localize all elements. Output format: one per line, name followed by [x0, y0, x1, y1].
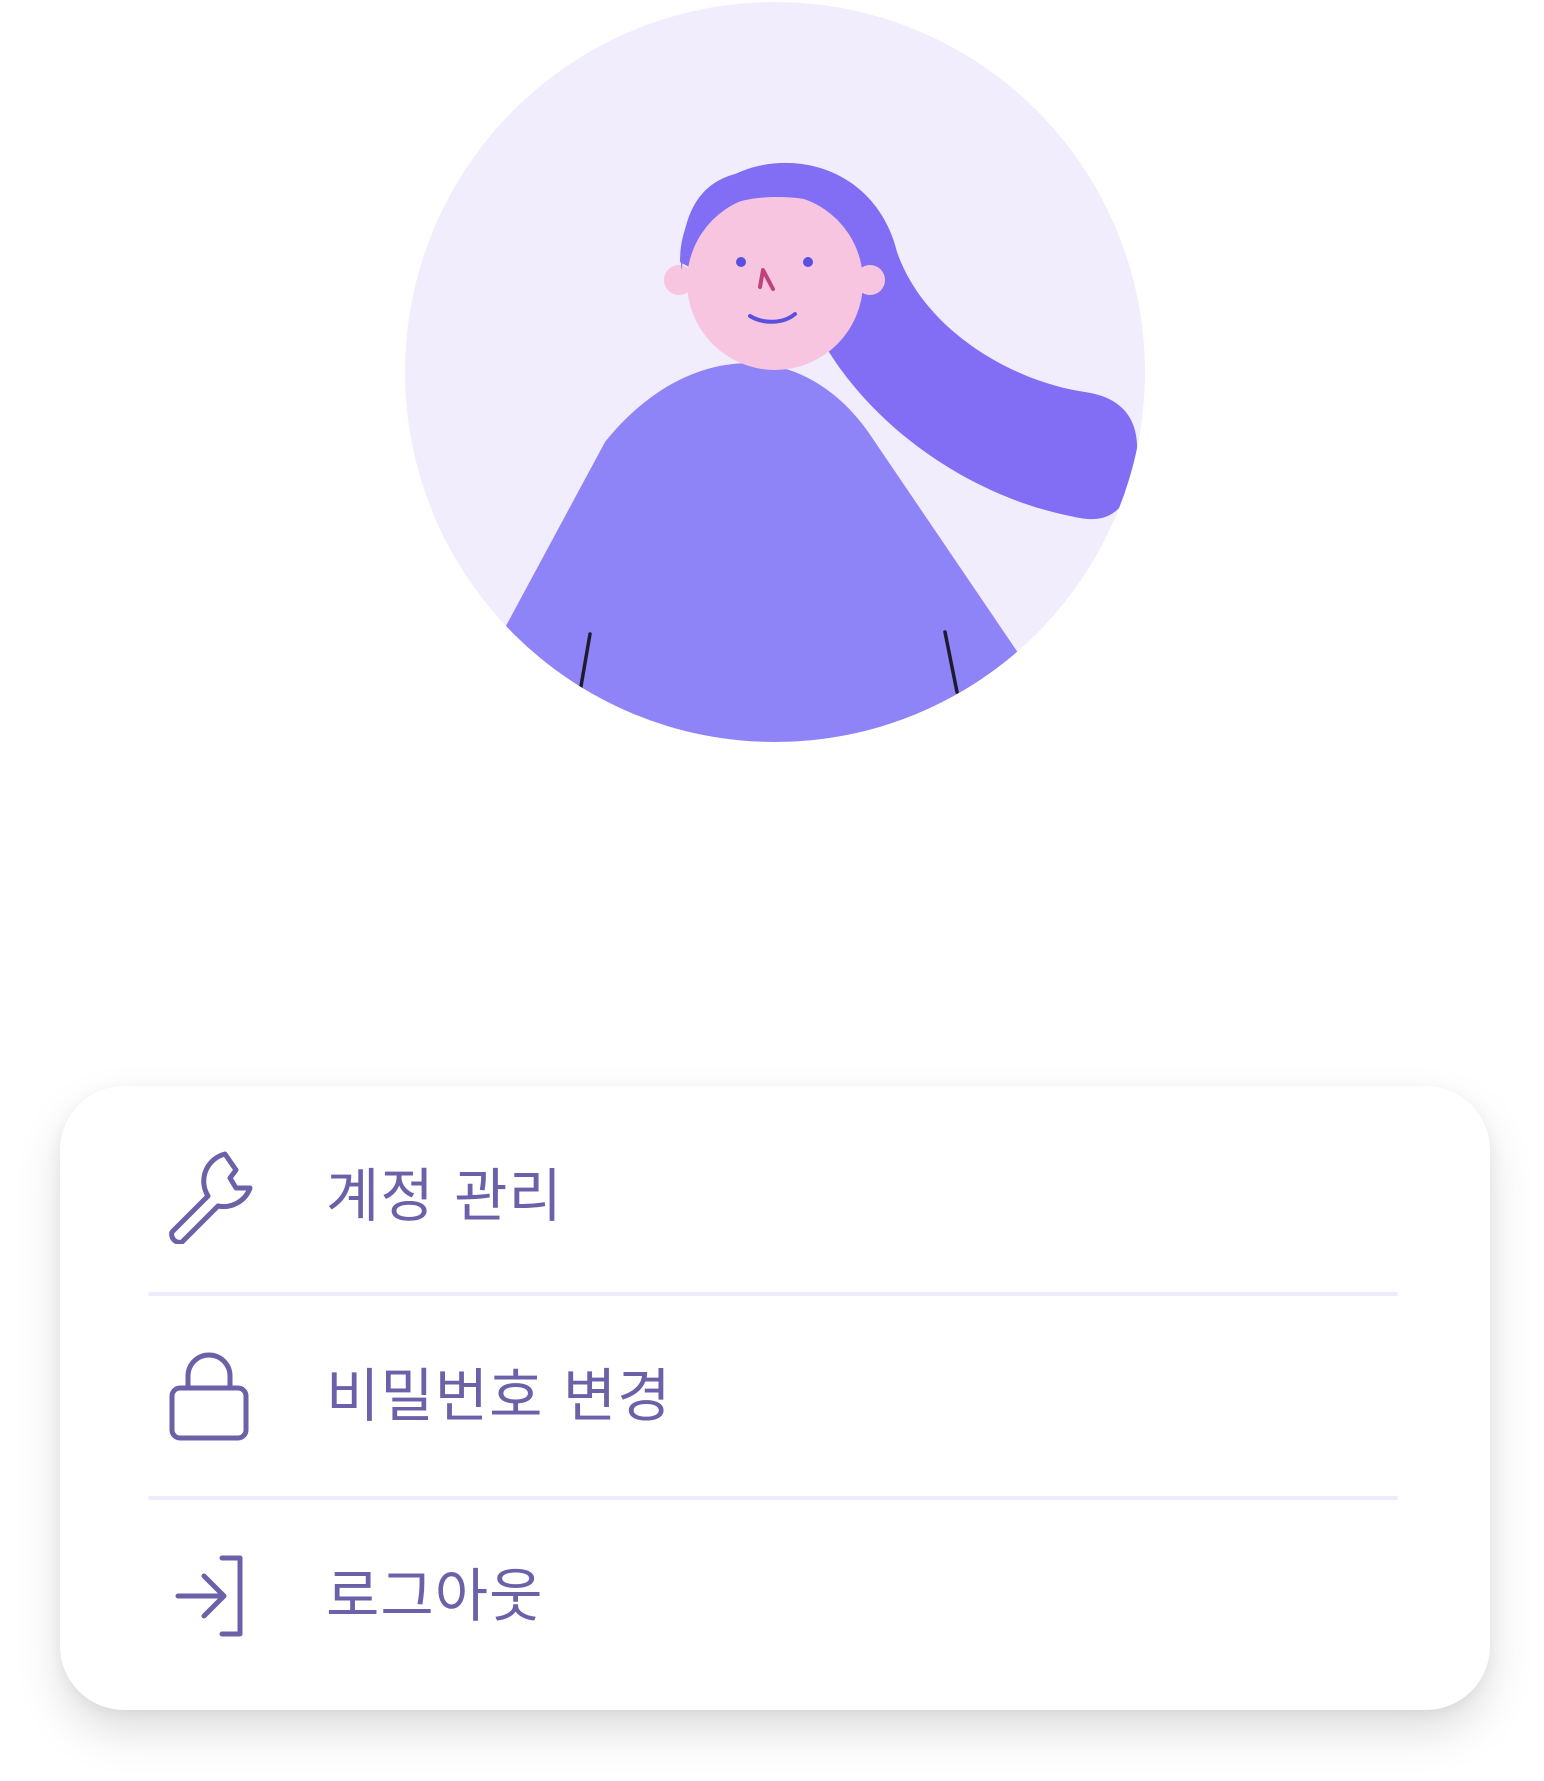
face	[687, 194, 863, 370]
divider	[148, 1292, 1398, 1296]
wrench-icon	[160, 1148, 256, 1244]
divider	[148, 1496, 1398, 1500]
logout-item[interactable]: 로그아웃	[60, 1516, 1490, 1676]
eye-right	[803, 257, 813, 267]
woman-avatar-illustration	[405, 2, 1145, 742]
eye-left	[736, 257, 746, 267]
change-password-item[interactable]: 비밀번호 변경	[60, 1316, 1490, 1476]
logout-icon	[160, 1548, 256, 1644]
account-settings-label: 계정 관리	[326, 1162, 563, 1230]
account-settings-item[interactable]: 계정 관리	[60, 1116, 1490, 1276]
change-password-label: 비밀번호 변경	[326, 1362, 672, 1430]
lock-icon	[160, 1348, 256, 1444]
profile-avatar	[405, 2, 1145, 742]
logout-label: 로그아웃	[326, 1562, 544, 1630]
account-menu-card: 계정 관리 비밀번호 변경 로그아웃	[60, 1086, 1490, 1710]
